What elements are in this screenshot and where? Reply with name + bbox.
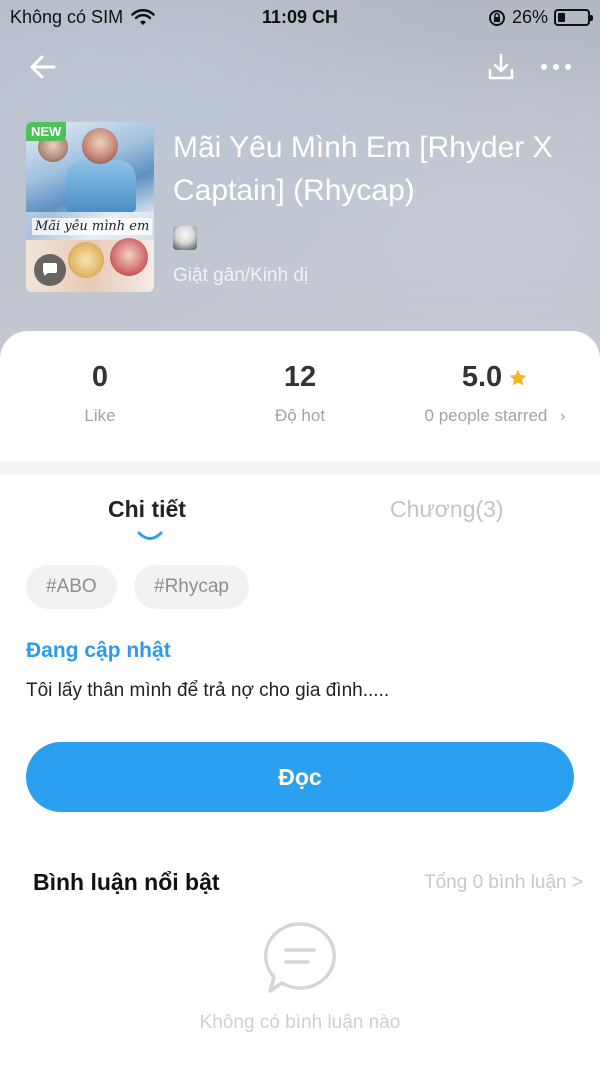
lock-rotation-icon xyxy=(488,9,505,26)
comments-heading: Bình luận nổi bật xyxy=(33,869,220,895)
book-genre[interactable]: Giật gân/Kinh dị xyxy=(173,265,308,287)
cover-figure xyxy=(68,242,104,278)
chat-bubble-icon xyxy=(34,254,66,286)
active-tab-indicator xyxy=(137,531,163,540)
cover-figure xyxy=(82,128,118,164)
like-label: Like xyxy=(84,406,116,425)
tag-rhycap[interactable]: #Rhycap xyxy=(134,565,249,609)
cover-figure xyxy=(110,238,148,276)
tag-abo[interactable]: #ABO xyxy=(26,565,117,609)
stat-rating[interactable]: 5.0 0 people starred › xyxy=(410,361,580,426)
status-bar: Không có SIM 11:09 CH 26% xyxy=(0,0,600,34)
tab-chapters[interactable]: Chương(3) xyxy=(390,496,504,523)
author-avatar[interactable] xyxy=(173,226,197,250)
back-arrow-icon[interactable] xyxy=(26,50,60,84)
book-status: Đang cập nhật xyxy=(26,639,171,662)
empty-comments-text: Không có bình luận nào xyxy=(199,1012,401,1033)
chevron-right-icon: › xyxy=(560,408,566,425)
rating-label-row: 0 people starred › xyxy=(410,406,580,426)
battery-fill xyxy=(558,13,566,22)
battery-percent: 26% xyxy=(511,7,548,27)
star-icon xyxy=(509,369,527,385)
empty-comments-icon xyxy=(263,922,336,993)
status-right: 26% xyxy=(488,7,593,28)
cover-figure xyxy=(66,160,136,212)
rating-label: 0 people starred xyxy=(424,406,548,425)
rating-value: 5.0 xyxy=(461,361,503,393)
tab-details[interactable]: Chi tiết xyxy=(108,496,186,523)
stat-like: 0 Like xyxy=(60,361,140,426)
more-icon[interactable] xyxy=(536,50,576,84)
section-divider xyxy=(0,461,600,475)
hot-count: 12 xyxy=(283,361,317,393)
carrier-info: Không có SIM xyxy=(10,7,155,28)
new-badge: NEW xyxy=(26,122,67,141)
comments-total-link[interactable]: Tổng 0 bình luận > xyxy=(424,872,583,894)
rating-value-row: 5.0 xyxy=(410,361,580,394)
download-icon[interactable] xyxy=(484,50,518,84)
like-count: 0 xyxy=(91,361,109,393)
hot-label: Độ hot xyxy=(274,406,326,425)
cover-title-text: Mãi yêu mình em xyxy=(32,218,153,235)
wifi-icon xyxy=(131,8,155,25)
book-summary: Tôi lấy thân mình để trả nợ cho gia đình… xyxy=(26,680,390,701)
carrier-label: Không có SIM xyxy=(10,7,124,27)
battery-icon xyxy=(554,9,593,26)
stats-row: 0 Like 12 Độ hot 5.0 0 people starred › xyxy=(0,331,600,461)
read-button[interactable]: Đọc xyxy=(26,742,574,812)
stat-hot: 12 Độ hot xyxy=(250,361,350,426)
book-title: Mãi Yêu Mình Em [Rhyder X Captain] (Rhyc… xyxy=(173,131,553,207)
